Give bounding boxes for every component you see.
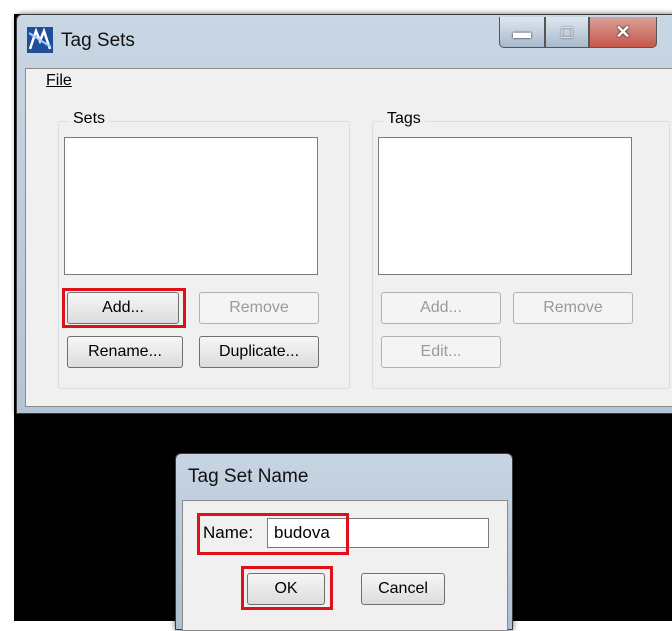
- tag-set-name-dialog: Tag Set Name Name: OK Cancel: [175, 453, 513, 631]
- tags-add-button[interactable]: Add...: [381, 292, 501, 324]
- maximize-icon: □: [561, 21, 573, 42]
- tags-group-label: Tags: [383, 110, 425, 128]
- window-title: Tag Sets: [61, 30, 135, 51]
- tags-remove-button[interactable]: Remove: [513, 292, 633, 324]
- app-icon: [27, 27, 53, 53]
- tags-listbox[interactable]: [378, 137, 632, 275]
- sets-listbox[interactable]: [64, 137, 318, 275]
- caption-buttons: ▬ □ ✕: [499, 17, 657, 53]
- sets-add-button[interactable]: Add...: [67, 292, 179, 324]
- sets-rename-button[interactable]: Rename...: [67, 336, 183, 368]
- image-border-top: [0, 0, 672, 14]
- sets-group: Sets Add... Remove Rename... Duplicate..…: [58, 110, 350, 389]
- tags-group: Tags Add... Remove Edit...: [372, 110, 670, 389]
- tags-edit-button[interactable]: Edit...: [381, 336, 501, 368]
- sets-duplicate-button[interactable]: Duplicate...: [199, 336, 319, 368]
- close-button[interactable]: ✕: [589, 17, 657, 48]
- image-border-left: [0, 0, 14, 621]
- close-icon: ✕: [615, 21, 631, 42]
- cancel-button[interactable]: Cancel: [361, 573, 445, 605]
- ok-button[interactable]: OK: [247, 573, 325, 605]
- minimize-button[interactable]: ▬: [499, 17, 545, 48]
- dialog-client-area: Name: OK Cancel: [182, 500, 508, 631]
- minimize-icon: ▬: [513, 21, 531, 42]
- name-label: Name:: [203, 523, 254, 542]
- tag-sets-window: Tag Sets ▬ □ ✕ File Sets Add... Remove R…: [16, 14, 672, 414]
- dialog-title: Tag Set Name: [188, 466, 309, 487]
- menu-bar: File: [26, 69, 672, 91]
- sets-group-label: Sets: [69, 110, 110, 128]
- menu-file[interactable]: File: [46, 72, 72, 90]
- name-input[interactable]: [267, 518, 489, 548]
- window-client-area: File Sets Add... Remove Rename... Duplic…: [25, 68, 672, 407]
- sets-remove-button[interactable]: Remove: [199, 292, 319, 324]
- maximize-button[interactable]: □: [545, 17, 589, 48]
